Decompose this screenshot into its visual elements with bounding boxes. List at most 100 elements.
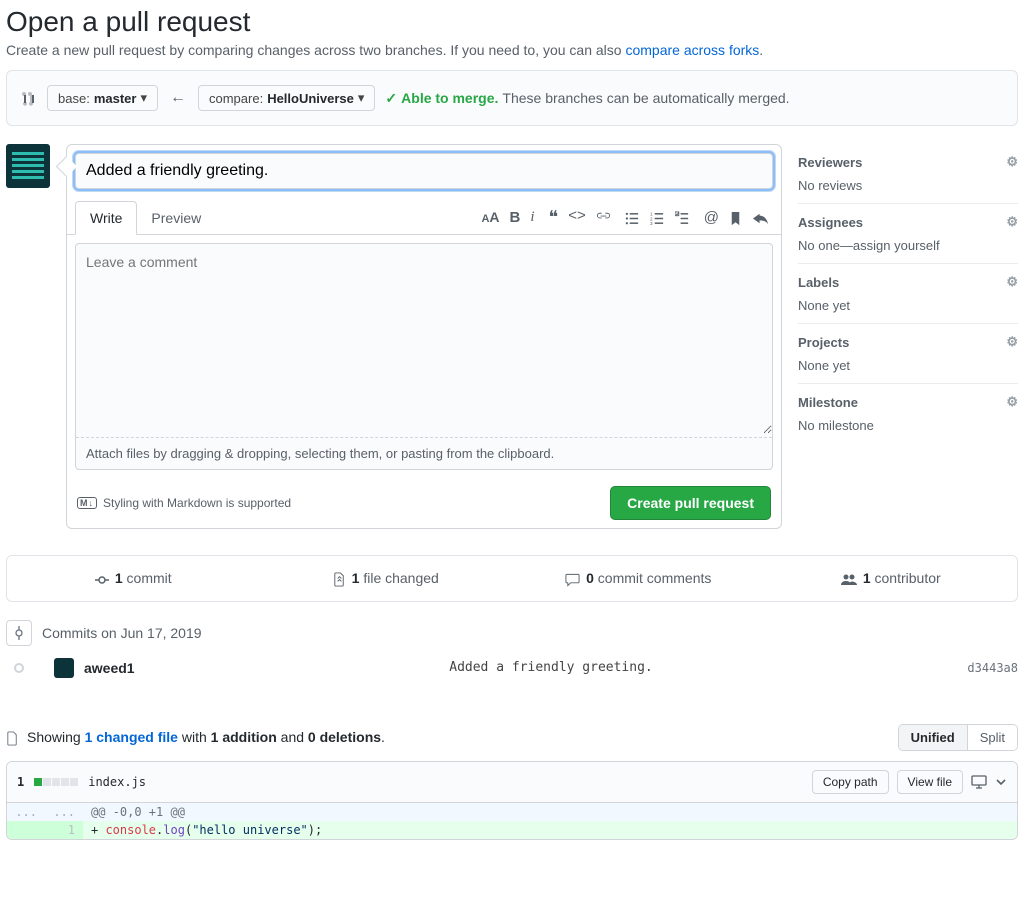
merge-rest-text: These branches can be automatically merg…: [502, 90, 789, 106]
diff-file: 1 index.js Copy path View file ... ... @…: [6, 761, 1018, 840]
commit-row: aweed1 Added a friendly greeting. d3443a…: [6, 652, 1018, 684]
gear-icon[interactable]: ⚙: [1006, 154, 1018, 170]
markdown-hint-text: Styling with Markdown is supported: [103, 496, 291, 510]
ol-icon[interactable]: 123: [650, 209, 665, 226]
reply-icon[interactable]: [752, 209, 769, 226]
heading-icon[interactable]: AA: [481, 209, 499, 226]
copy-path-button[interactable]: Copy path: [812, 770, 889, 794]
diff-add-count: 1: [17, 775, 24, 789]
assignees-title: Assignees: [798, 215, 863, 230]
comments-label: commit comments: [594, 570, 711, 586]
tab-write[interactable]: Write: [75, 201, 137, 235]
view-file-button[interactable]: View file: [897, 770, 963, 794]
svg-text:3: 3: [650, 221, 653, 226]
end: .: [381, 729, 385, 745]
check-icon: ✓: [385, 90, 397, 107]
caret-down-icon: ▾: [358, 90, 365, 106]
stat-comments[interactable]: 0 commit comments: [512, 556, 765, 601]
people-icon: [841, 570, 857, 586]
commit-sha[interactable]: d3443a8: [967, 661, 1018, 675]
subtitle-text: Create a new pull request by comparing c…: [6, 42, 625, 58]
commit-author[interactable]: aweed1: [84, 660, 135, 676]
files-label: file changed: [359, 570, 438, 586]
pr-editor: Write Preview AA B i ❝ <>: [66, 144, 782, 529]
mention-icon[interactable]: @: [704, 209, 719, 226]
gear-icon[interactable]: ⚙: [1006, 214, 1018, 230]
pr-comment-textarea[interactable]: [76, 244, 772, 434]
compare-branch-name: HelloUniverse: [267, 91, 354, 106]
merge-able-text: Able to merge.: [401, 90, 498, 106]
diff-stat-blocks: [34, 778, 78, 786]
diff-table: ... ... @@ -0,0 +1 @@ 1 + console.log("h…: [7, 803, 1017, 839]
create-pr-button[interactable]: Create pull request: [610, 486, 771, 520]
comment-icon: [565, 570, 580, 586]
bookmark-icon[interactable]: [729, 209, 742, 226]
projects-title: Projects: [798, 335, 849, 350]
showing-text: Showing: [27, 729, 85, 745]
base-branch-name: master: [94, 91, 137, 106]
labels-body: None yet: [798, 298, 1018, 313]
split-button[interactable]: Split: [968, 725, 1017, 750]
changed-file-link[interactable]: 1 changed file: [85, 729, 178, 745]
markdown-icon: M↓: [77, 497, 97, 509]
ul-icon[interactable]: [625, 209, 640, 226]
additions-text: 1 addition: [211, 729, 277, 745]
timeline-dot: [14, 663, 24, 673]
gear-icon[interactable]: ⚙: [1006, 394, 1018, 410]
unified-button[interactable]: Unified: [899, 725, 968, 750]
mid2: and: [277, 729, 308, 745]
projects-body: None yet: [798, 358, 1018, 373]
quote-icon[interactable]: ❝: [549, 207, 559, 228]
reviewers-body: No reviews: [798, 178, 1018, 193]
tok-string: "hello universe": [192, 823, 308, 837]
contrib-label: contributor: [871, 570, 941, 586]
milestone-title: Milestone: [798, 395, 858, 410]
attach-dropzone[interactable]: Attach files by dragging & dropping, sel…: [76, 437, 772, 469]
comments-count: 0: [586, 570, 594, 586]
caret-down-icon: ▾: [140, 90, 147, 106]
diff-view-toggle: Unified Split: [898, 724, 1018, 751]
diff-line-added: 1 + console.log("hello universe");: [7, 821, 1017, 839]
gear-icon[interactable]: ⚙: [1006, 334, 1018, 350]
hunk-ln-a: ...: [7, 803, 45, 821]
italic-icon[interactable]: i: [530, 209, 534, 226]
stat-commits[interactable]: 1 commit: [7, 556, 260, 601]
commits-date-heading: Commits on Jun 17, 2019: [42, 625, 202, 641]
diff-file-name[interactable]: index.js: [88, 775, 146, 789]
hunk-text: @@ -0,0 +1 @@: [91, 805, 185, 819]
editor-tabs: Write Preview AA B i ❝ <>: [67, 201, 781, 235]
file-icon: [6, 729, 19, 746]
chevron-down-icon[interactable]: [995, 775, 1007, 789]
pr-title-input[interactable]: [75, 153, 773, 189]
tok-close: );: [308, 823, 322, 837]
tab-preview[interactable]: Preview: [137, 202, 215, 234]
plus-sign: +: [91, 823, 105, 837]
commits-label: commit: [123, 570, 172, 586]
diff-code: + console.log("hello universe");: [83, 821, 1017, 839]
commit-avatar: [54, 658, 74, 678]
hunk-ln-b: ...: [45, 803, 83, 821]
assignees-body[interactable]: No one—assign yourself: [798, 238, 1018, 253]
stat-contributors[interactable]: 1 contributor: [765, 556, 1018, 601]
bold-icon[interactable]: B: [510, 209, 521, 226]
arrow-left-icon: ←: [168, 89, 188, 107]
base-branch-selector[interactable]: base: master ▾: [47, 85, 158, 111]
commits-count: 1: [115, 570, 123, 586]
compare-forks-link[interactable]: compare across forks: [625, 42, 759, 58]
commit-message[interactable]: Added a friendly greeting.: [145, 660, 958, 675]
desktop-icon[interactable]: [971, 775, 987, 790]
diff-hunk-header: ... ... @@ -0,0 +1 @@: [7, 803, 1017, 821]
compare-branch-selector[interactable]: compare: HelloUniverse ▾: [198, 85, 375, 111]
mid1: with: [178, 729, 211, 745]
avatar: [6, 144, 50, 188]
base-prefix: base:: [58, 91, 90, 106]
link-icon[interactable]: [596, 207, 611, 228]
gear-icon[interactable]: ⚙: [1006, 274, 1018, 290]
page-title: Open a pull request: [6, 6, 1018, 38]
stat-files[interactable]: 1 file changed: [260, 556, 513, 601]
ln-old: [7, 821, 45, 839]
task-icon[interactable]: [675, 209, 690, 226]
contrib-count: 1: [863, 570, 871, 586]
commit-icon: [95, 570, 109, 586]
code-icon[interactable]: <>: [568, 207, 586, 228]
